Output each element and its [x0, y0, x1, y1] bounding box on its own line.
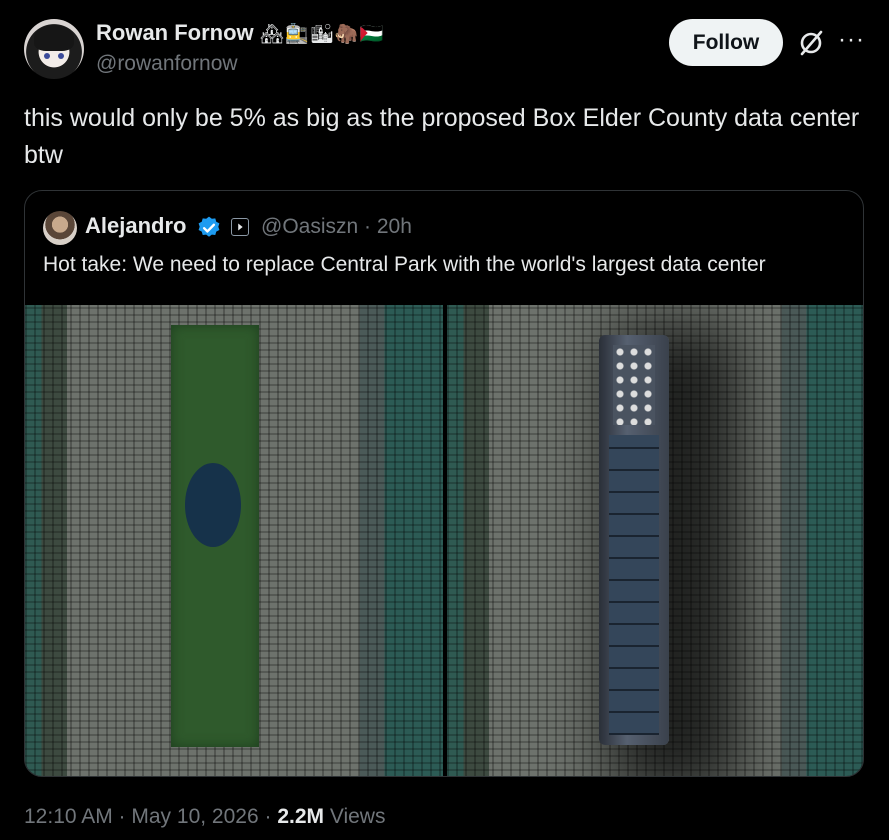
timestamp[interactable]: 12:10 AM · May 10, 2026 · [24, 805, 277, 828]
data-center-building [599, 335, 669, 745]
data-center-cooling-units [613, 345, 655, 425]
follow-button[interactable]: Follow [669, 19, 783, 66]
quote-text: Hot take: We need to replace Central Par… [43, 253, 766, 276]
views-count: 2.2M [277, 805, 324, 828]
grok-icon[interactable] [796, 28, 826, 58]
data-center-panels [609, 435, 659, 735]
quote-author-name[interactable]: Alejandro [85, 213, 186, 239]
author-emojis: 🏘🚉🏙🦣🇵🇸 [260, 24, 385, 45]
reservoir [185, 463, 241, 547]
avatar-eye [58, 53, 64, 59]
more-icon[interactable]: ··· [838, 26, 865, 54]
central-park-satellite-image[interactable] [25, 305, 443, 776]
quote-media[interactable] [25, 305, 863, 776]
author-avatar[interactable] [24, 19, 84, 79]
avatar-eye [44, 53, 50, 59]
avatar-hair [34, 25, 74, 51]
quote-avatar[interactable] [43, 211, 77, 245]
tweet-text: this would only be 5% as big as the prop… [24, 104, 860, 169]
data-center-satellite-image[interactable] [447, 305, 863, 776]
quote-handle-time[interactable]: @Oasiszn · 20h [261, 215, 412, 239]
tweet-meta: 12:10 AM · May 10, 2026 · 2.2M Views [24, 805, 385, 829]
quoted-tweet[interactable]: Alejandro @Oasiszn · 20h Hot take: We ne… [24, 190, 864, 777]
author-handle[interactable]: @rowanfornow [96, 52, 238, 76]
views-label: Views [324, 805, 386, 828]
verified-badge-icon [198, 216, 220, 237]
author-name[interactable]: Rowan Fornow [96, 20, 254, 46]
central-park-area [171, 325, 259, 747]
affiliation-icon[interactable] [231, 218, 249, 236]
